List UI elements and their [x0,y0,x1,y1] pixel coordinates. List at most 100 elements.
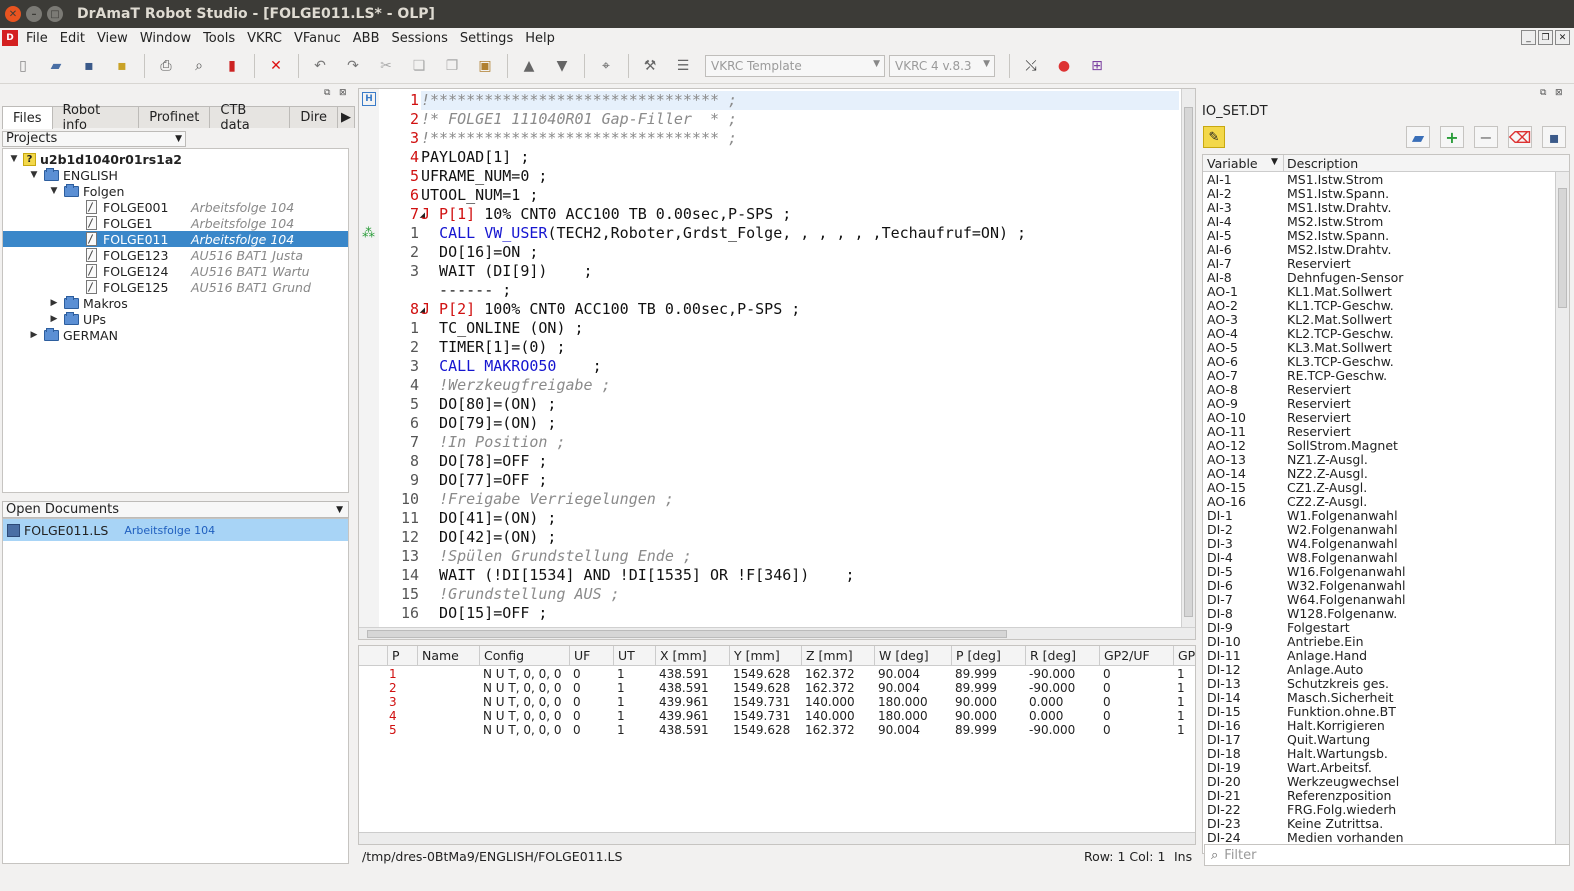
projects-combo[interactable]: Projects ▼ [2,131,186,147]
tree-item[interactable]: FOLGE123 AU516 BAT1 Justa [3,247,348,263]
dock-float-icon[interactable]: ⧉ [324,88,330,98]
menu-help[interactable]: Help [525,31,555,46]
points-column-header[interactable]: UF [569,646,590,666]
mdi-restore-icon[interactable]: ❐ [1538,30,1553,45]
code-line[interactable]: TIMER[1]=(0) ; [421,338,565,357]
io-row[interactable]: AO-8 Reserviert [1203,383,1555,397]
points-column-header[interactable]: P [deg] [951,646,1001,666]
points-column-header[interactable]: GP2/UF [1099,646,1150,666]
tree-item[interactable]: ▼ Folgen [3,183,348,199]
points-column-header[interactable]: P [387,646,400,666]
io-row[interactable]: AI-8 Dehnfugen-Sensor [1203,271,1555,285]
tree-item[interactable]: FOLGE124 AU516 BAT1 Wartu [3,263,348,279]
io-row[interactable]: DI-21 Referenzposition [1203,789,1555,803]
io-filter-input[interactable]: ⌕ Filter [1204,844,1570,866]
points-column-header[interactable]: Y [mm] [729,646,780,666]
io-row[interactable]: AO-5 KL3.Mat.Sollwert [1203,341,1555,355]
io-row[interactable]: AO-9 Reserviert [1203,397,1555,411]
points-column-header[interactable]: UT [613,646,635,666]
expand-right-icon[interactable]: ▶ [49,298,59,308]
code-line[interactable]: !In Position ; [421,433,565,452]
io-row[interactable]: AO-14 NZ2.Z-Ausgl. [1203,467,1555,481]
code-line[interactable]: J P[1] 10% CNT0 ACC100 TB 0.00sec,P-SPS … [421,205,791,224]
io-row[interactable]: DI-2 W2.Folgenanwahl [1203,523,1555,537]
code-line[interactable]: !Werzkeugfreigabe ; [421,376,611,395]
menu-file[interactable]: File [26,31,48,46]
menu-vfanuc[interactable]: VFanuc [294,31,341,46]
io-row[interactable]: DI-19 Wart.Arbeitsf. [1203,761,1555,775]
io-row[interactable]: AO-12 SollStrom.Magnet [1203,439,1555,453]
io-row[interactable]: AO-16 CZ2.Z-Ausgl. [1203,495,1555,509]
io-row[interactable]: AI-1 MS1.Istw.Strom [1203,173,1555,187]
column-description[interactable]: Description [1287,156,1358,171]
expand-down-icon[interactable]: ▼ [9,154,19,164]
code-line[interactable]: UTOOL_NUM=1 ; [421,186,538,205]
colors-icon[interactable]: ● [1053,55,1075,77]
code-line[interactable]: DO[16]=ON ; [421,243,538,262]
code-line[interactable]: J P[2] 100% CNT0 ACC100 TB 0.00sec,P-SPS… [421,300,800,319]
io-row[interactable]: AO-10 Reserviert [1203,411,1555,425]
expand-right-icon[interactable]: ▶ [49,314,59,324]
io-row[interactable]: AO-2 KL1.TCP-Geschw. [1203,299,1555,313]
code-line[interactable]: !Spülen Grundstellung Ende ; [421,547,692,566]
table-row[interactable]: 1 N U T, 0, 0, 0 0 1 438.591 1549.628 162.372 9… [359,667,1195,681]
move-down-icon[interactable]: ▼ [551,55,573,77]
io-row[interactable]: DI-10 Antriebe.Ein [1203,635,1555,649]
io-row[interactable]: DI-22 FRG.Folg.wiederh [1203,803,1555,817]
dock-float-icon[interactable]: ⧉ [1540,88,1546,98]
save-all-icon[interactable]: ▪ [111,55,133,77]
find-icon[interactable]: ⌖ [595,55,617,77]
io-row[interactable]: AI-2 MS1.Istw.Spann. [1203,187,1555,201]
io-row[interactable]: DI-8 W128.Folgenanw. [1203,607,1555,621]
expand-down-icon[interactable]: ▼ [29,170,39,180]
code-line[interactable]: WAIT (!DI[1534] AND !DI[1535] OR !F[346]… [421,566,854,585]
points-horizontal-scrollbar[interactable] [359,832,1195,844]
open-folder-icon[interactable]: ▰ [45,55,67,77]
io-row[interactable]: AO-13 NZ1.Z-Ausgl. [1203,453,1555,467]
editor-vertical-scrollbar[interactable] [1181,89,1195,629]
menu-settings[interactable]: Settings [460,31,513,46]
io-row[interactable]: DI-13 Schutzkreis ges. [1203,677,1555,691]
code-line[interactable]: ------ ; [421,281,511,300]
version-combo[interactable]: VKRC 4 v.8.3 ▼ [889,54,995,77]
points-column-header[interactable]: Config [479,646,524,666]
io-row[interactable]: DI-6 W32.Folgenanwahl [1203,579,1555,593]
save-io-button[interactable]: ▪ [1542,126,1566,148]
menu-tools[interactable]: Tools [203,31,235,46]
io-row[interactable]: DI-7 W64.Folgenanwahl [1203,593,1555,607]
copy-icon[interactable]: ❏ [408,55,430,77]
close-window-button[interactable]: ✕ [5,6,21,22]
tree-item[interactable]: ▶ GERMAN [3,327,348,343]
code-line[interactable]: DO[80]=(ON) ; [421,395,556,414]
path-icon[interactable]: ⤯ [1020,55,1042,77]
tab-profinet[interactable]: Profinet [138,106,211,128]
print-icon[interactable]: ⎙ [155,55,177,77]
code-line[interactable]: UFRAME_NUM=0 ; [421,167,547,186]
points-column-header[interactable]: W [deg] [874,646,929,666]
delete-icon[interactable]: ✕ [265,55,287,77]
code-line[interactable]: CALL VW_USER(TECH2,Roboter,Grdst_Folge, … [421,224,1026,243]
tab-robot-info[interactable]: Robot info [51,103,140,133]
code-line[interactable]: DO[79]=(ON) ; [421,414,556,433]
code-editor[interactable]: H ⁂ 1 2 3 4 5 6 7 ◢ 1 2 3 8 ◢ 1 2 3 4 5 6 7 8 9 10 11 12 13 14 15 16… [358,88,1196,640]
open-io-button[interactable]: ▰ [1406,126,1430,148]
table-row[interactable]: 4 N U T, 0, 0, 0 0 1 439.961 1549.731 140.000 1… [359,709,1195,723]
code-line[interactable]: !******************************** ; [421,129,737,148]
paste-icon[interactable]: ❐ [441,55,463,77]
code-line[interactable]: CALL MAKRO050 ; [421,357,602,376]
menu-sessions[interactable]: Sessions [392,31,448,46]
table-row[interactable]: 2 N U T, 0, 0, 0 0 1 438.591 1549.628 162.372 9… [359,681,1195,695]
header-marker-icon[interactable]: H [362,92,376,106]
list-item[interactable]: FOLGE011.LS Arbeitsfolge 104 [3,519,348,541]
expand-right-icon[interactable]: ▶ [29,330,39,340]
io-row[interactable]: AO-4 KL2.TCP-Geschw. [1203,327,1555,341]
io-row[interactable]: DI-14 Masch.Sicherheit [1203,691,1555,705]
compile-icon[interactable]: ☰ [672,55,694,77]
save-icon[interactable]: ▪ [78,55,100,77]
sort-down-icon[interactable]: ▼ [1271,157,1278,167]
table-row[interactable]: 3 N U T, 0, 0, 0 0 1 439.961 1549.731 140.000 1… [359,695,1195,709]
new-file-icon[interactable]: ▯ [12,55,34,77]
tree-item[interactable]: FOLGE125 AU516 BAT1 Grund [3,279,348,295]
menu-edit[interactable]: Edit [60,31,85,46]
dock-close-icon[interactable]: ⊠ [1555,88,1563,98]
